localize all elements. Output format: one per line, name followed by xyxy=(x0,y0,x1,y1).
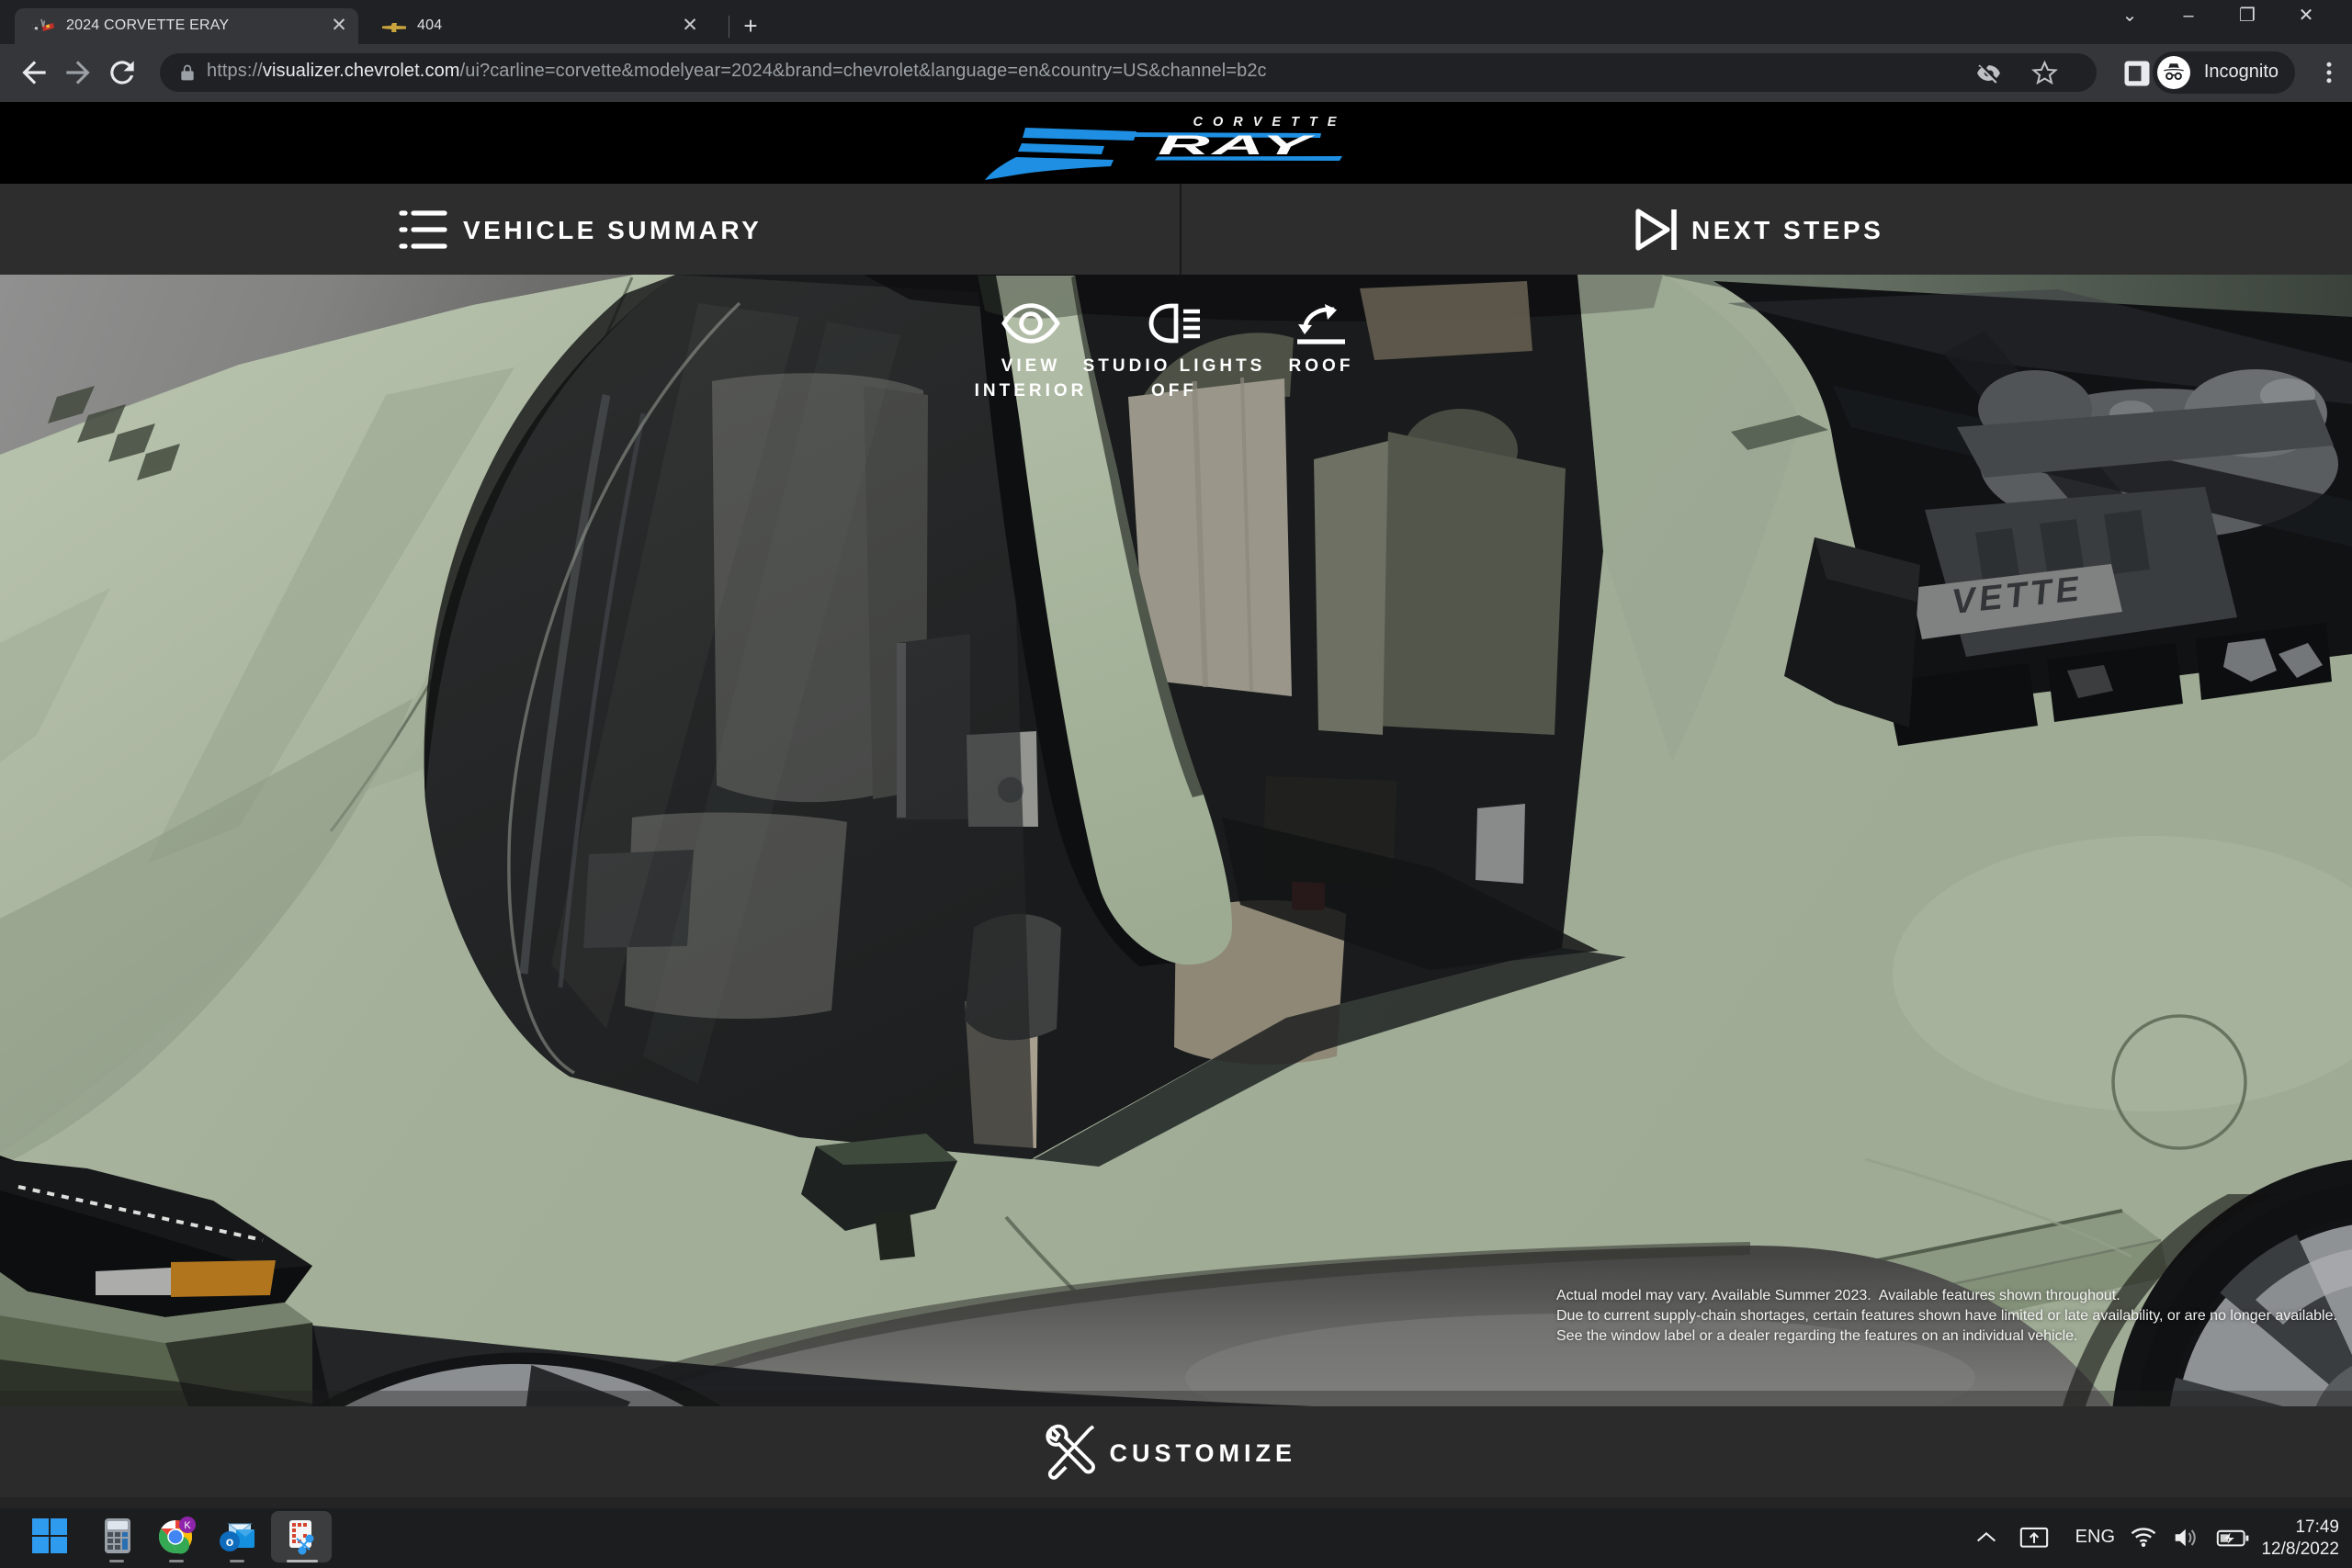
svg-text:RAY: RAY xyxy=(1158,130,1316,161)
svg-text:o: o xyxy=(226,1534,234,1549)
svg-text:CORVETTE: CORVETTE xyxy=(1193,115,1347,130)
svg-text:K: K xyxy=(184,1520,191,1531)
